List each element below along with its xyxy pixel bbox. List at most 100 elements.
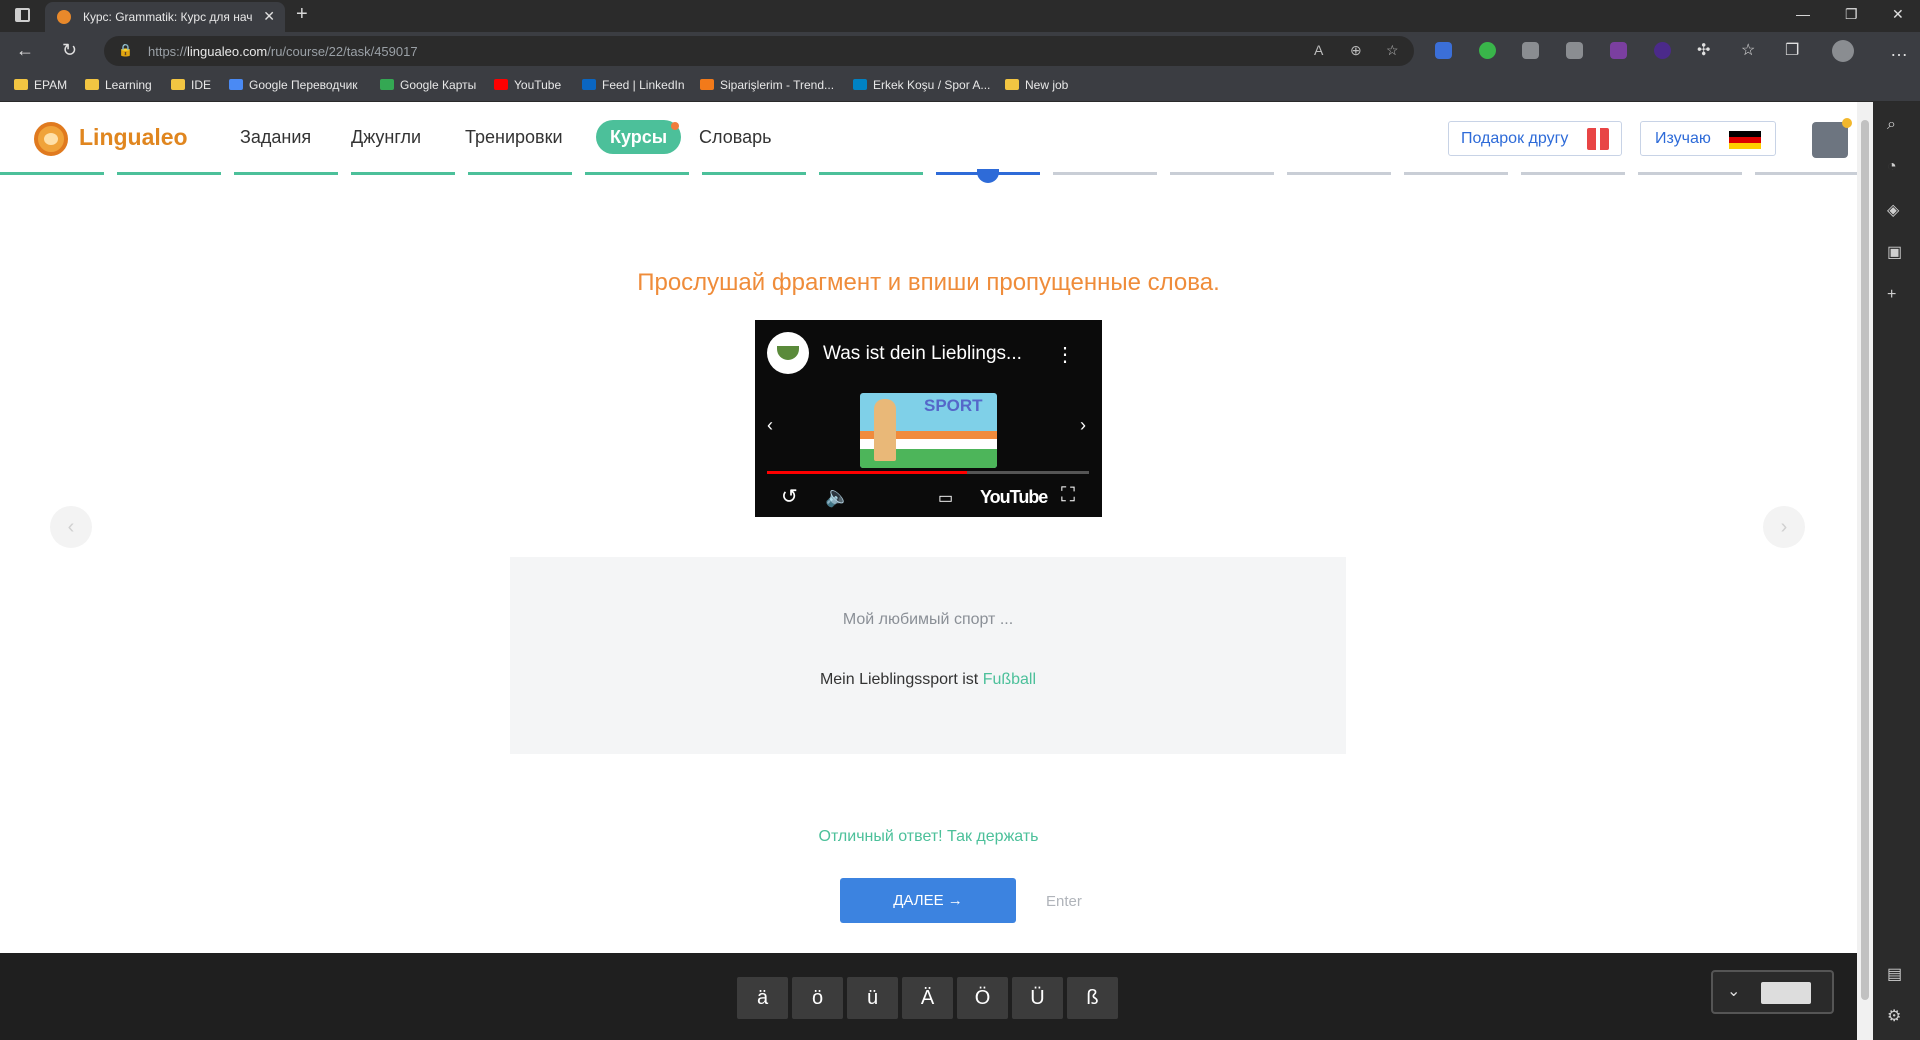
minimize-icon[interactable]: — [1796, 6, 1810, 22]
prev-task-button[interactable]: ‹ [50, 506, 92, 548]
zoom-icon[interactable]: ⊕ [1350, 42, 1362, 59]
translate-extension-icon[interactable] [1435, 42, 1452, 59]
bookmark-item[interactable]: Google Переводчик [229, 78, 358, 92]
video-thumbnail[interactable]: SPORT [860, 393, 997, 468]
lingualeo-lion-icon[interactable] [34, 122, 68, 156]
task-answer: Mein Lieblingssport ist Fußball [510, 671, 1346, 689]
special-char-key[interactable]: ü [847, 977, 898, 1019]
video-title[interactable]: Was ist dein Lieblings... [823, 343, 1022, 365]
browser-tab-bar: Курс: Grammatik: Курс для начинающих ✕ +… [0, 0, 1920, 32]
gift-icon [1587, 128, 1609, 150]
address-bar[interactable]: 🔒 https://lingualeo.com/ru/course/22/tas… [104, 36, 1414, 66]
profile-avatar[interactable] [1832, 40, 1854, 62]
gift-friend-button[interactable]: Подарок другу [1448, 121, 1622, 156]
more-menu-icon[interactable]: … [1890, 40, 1908, 61]
user-avatar[interactable] [1812, 118, 1852, 158]
next-video-icon[interactable]: › [1080, 415, 1086, 436]
purple-extension-icon[interactable] [1610, 42, 1627, 59]
volume-icon[interactable]: 🔈 [825, 484, 850, 509]
learning-language-button[interactable]: Изучаю [1640, 121, 1776, 156]
youtube-logo[interactable]: YouTube [980, 487, 1048, 508]
folder-icon [85, 79, 99, 90]
site-header: Lingualeo Задания Джунгли Тренировки Кур… [0, 102, 1857, 172]
bookmark-item[interactable]: EPAM [14, 78, 67, 92]
extension-icon[interactable] [1522, 42, 1539, 59]
edge-sidebar: ⌕ ◔ ◈ ▣ + ▤ ⚙ [1873, 102, 1920, 1040]
subtitles-icon[interactable]: ▭ [938, 488, 953, 508]
progress-segment [117, 172, 221, 175]
special-char-key[interactable]: ö [792, 977, 843, 1019]
special-char-key[interactable]: Ä [902, 977, 953, 1019]
bookmark-item[interactable]: Learning [85, 78, 152, 92]
replay-icon[interactable]: ↺ [781, 484, 798, 509]
fullscreen-icon[interactable]: ⛶ [1061, 484, 1075, 507]
bookmark-item[interactable]: IDE [171, 78, 211, 92]
special-char-key[interactable]: ä [737, 977, 788, 1019]
special-char-key[interactable]: ß [1067, 977, 1118, 1019]
progress-segment [1287, 172, 1391, 175]
bookmark-label: Feed | LinkedIn [602, 78, 685, 92]
lock-icon[interactable]: 🔒 [118, 43, 133, 57]
progress-segment [234, 172, 338, 175]
extension-icon[interactable] [1566, 42, 1583, 59]
close-tab-icon[interactable]: ✕ [263, 8, 275, 25]
url-text[interactable]: https://lingualeo.com/ru/course/22/task/… [148, 44, 418, 59]
channel-avatar[interactable] [767, 332, 809, 374]
bookmark-label: Learning [105, 78, 152, 92]
nav-tasks[interactable]: Задания [240, 127, 311, 148]
back-icon[interactable]: ← [16, 40, 34, 61]
favorite-star-icon[interactable]: ☆ [1386, 42, 1399, 59]
special-characters-bar: ⌄ äöüÄÖÜß [0, 953, 1857, 1040]
special-char-key[interactable]: Ü [1012, 977, 1063, 1019]
close-window-icon[interactable]: ✕ [1892, 6, 1904, 23]
new-tab-icon[interactable]: + [296, 3, 308, 26]
video-more-icon[interactable]: ⋮ [1055, 342, 1075, 367]
next-task-button[interactable]: › [1763, 506, 1805, 548]
bookmark-item[interactable]: New job [1005, 78, 1068, 92]
game-icon[interactable]: ◈ [1887, 200, 1899, 220]
tab-actions-icon[interactable] [15, 8, 30, 22]
special-char-key[interactable]: Ö [957, 977, 1008, 1019]
site-logo[interactable]: Lingualeo [79, 124, 188, 151]
video-progress-bar[interactable] [767, 471, 1089, 474]
search-icon[interactable]: ⌕ [1887, 116, 1896, 134]
nav-dictionary[interactable]: Словарь [699, 127, 771, 148]
trendyol-icon [700, 79, 714, 90]
green-extension-icon[interactable] [1479, 42, 1496, 59]
google-translate-icon [229, 79, 243, 90]
bookmark-item[interactable]: Google Карты [380, 78, 476, 92]
bookmark-item[interactable]: YouTube [494, 78, 561, 92]
restore-icon[interactable]: ❐ [1845, 6, 1858, 23]
page-scrollbar[interactable] [1857, 102, 1873, 1040]
folder-icon [14, 79, 28, 90]
bookmark-item[interactable]: Feed | LinkedIn [582, 78, 685, 92]
dark-extension-icon[interactable] [1654, 42, 1671, 59]
youtube-player[interactable]: Was ist dein Lieblings... ⋮ ‹ › SPORT ↺ … [755, 320, 1102, 517]
next-button[interactable]: ДАЛЕЕ → [840, 878, 1016, 923]
add-icon[interactable]: + [1887, 286, 1896, 304]
athlete-figure [874, 399, 896, 461]
nav-trainings[interactable]: Тренировки [465, 127, 563, 148]
refresh-icon[interactable]: ↻ [62, 40, 77, 61]
progress-segment [1755, 172, 1857, 175]
split-screen-icon[interactable]: ▤ [1887, 964, 1902, 984]
bookmark-label: EPAM [34, 78, 68, 92]
keyboard-toggle-button[interactable]: ⌄ [1711, 970, 1834, 1014]
settings-gear-icon[interactable]: ⚙ [1887, 1006, 1901, 1026]
nav-jungle[interactable]: Джунгли [351, 127, 421, 148]
extensions-puzzle-icon[interactable]: ✣ [1697, 40, 1710, 60]
progress-segment [1521, 172, 1625, 175]
answer-word: Fußball [982, 671, 1037, 688]
scrollbar-thumb[interactable] [1861, 120, 1869, 1000]
prev-video-icon[interactable]: ‹ [767, 415, 773, 436]
outlook-icon[interactable]: ▣ [1887, 242, 1902, 262]
chat-icon[interactable]: ◔ [1887, 158, 1897, 176]
bookmark-item[interactable]: Erkek Koşu / Spor A... [853, 78, 990, 92]
bookmark-item[interactable]: Siparişlerim - Trend... [700, 78, 834, 92]
read-aloud-icon[interactable]: A [1314, 42, 1323, 58]
lang-button-label: Изучаю [1655, 130, 1711, 147]
favorites-icon[interactable]: ☆ [1741, 40, 1755, 60]
nav-courses[interactable]: Курсы [596, 120, 682, 154]
collections-icon[interactable]: ❐ [1785, 40, 1799, 60]
browser-tab[interactable]: Курс: Grammatik: Курс для начинающих ✕ [45, 2, 285, 32]
